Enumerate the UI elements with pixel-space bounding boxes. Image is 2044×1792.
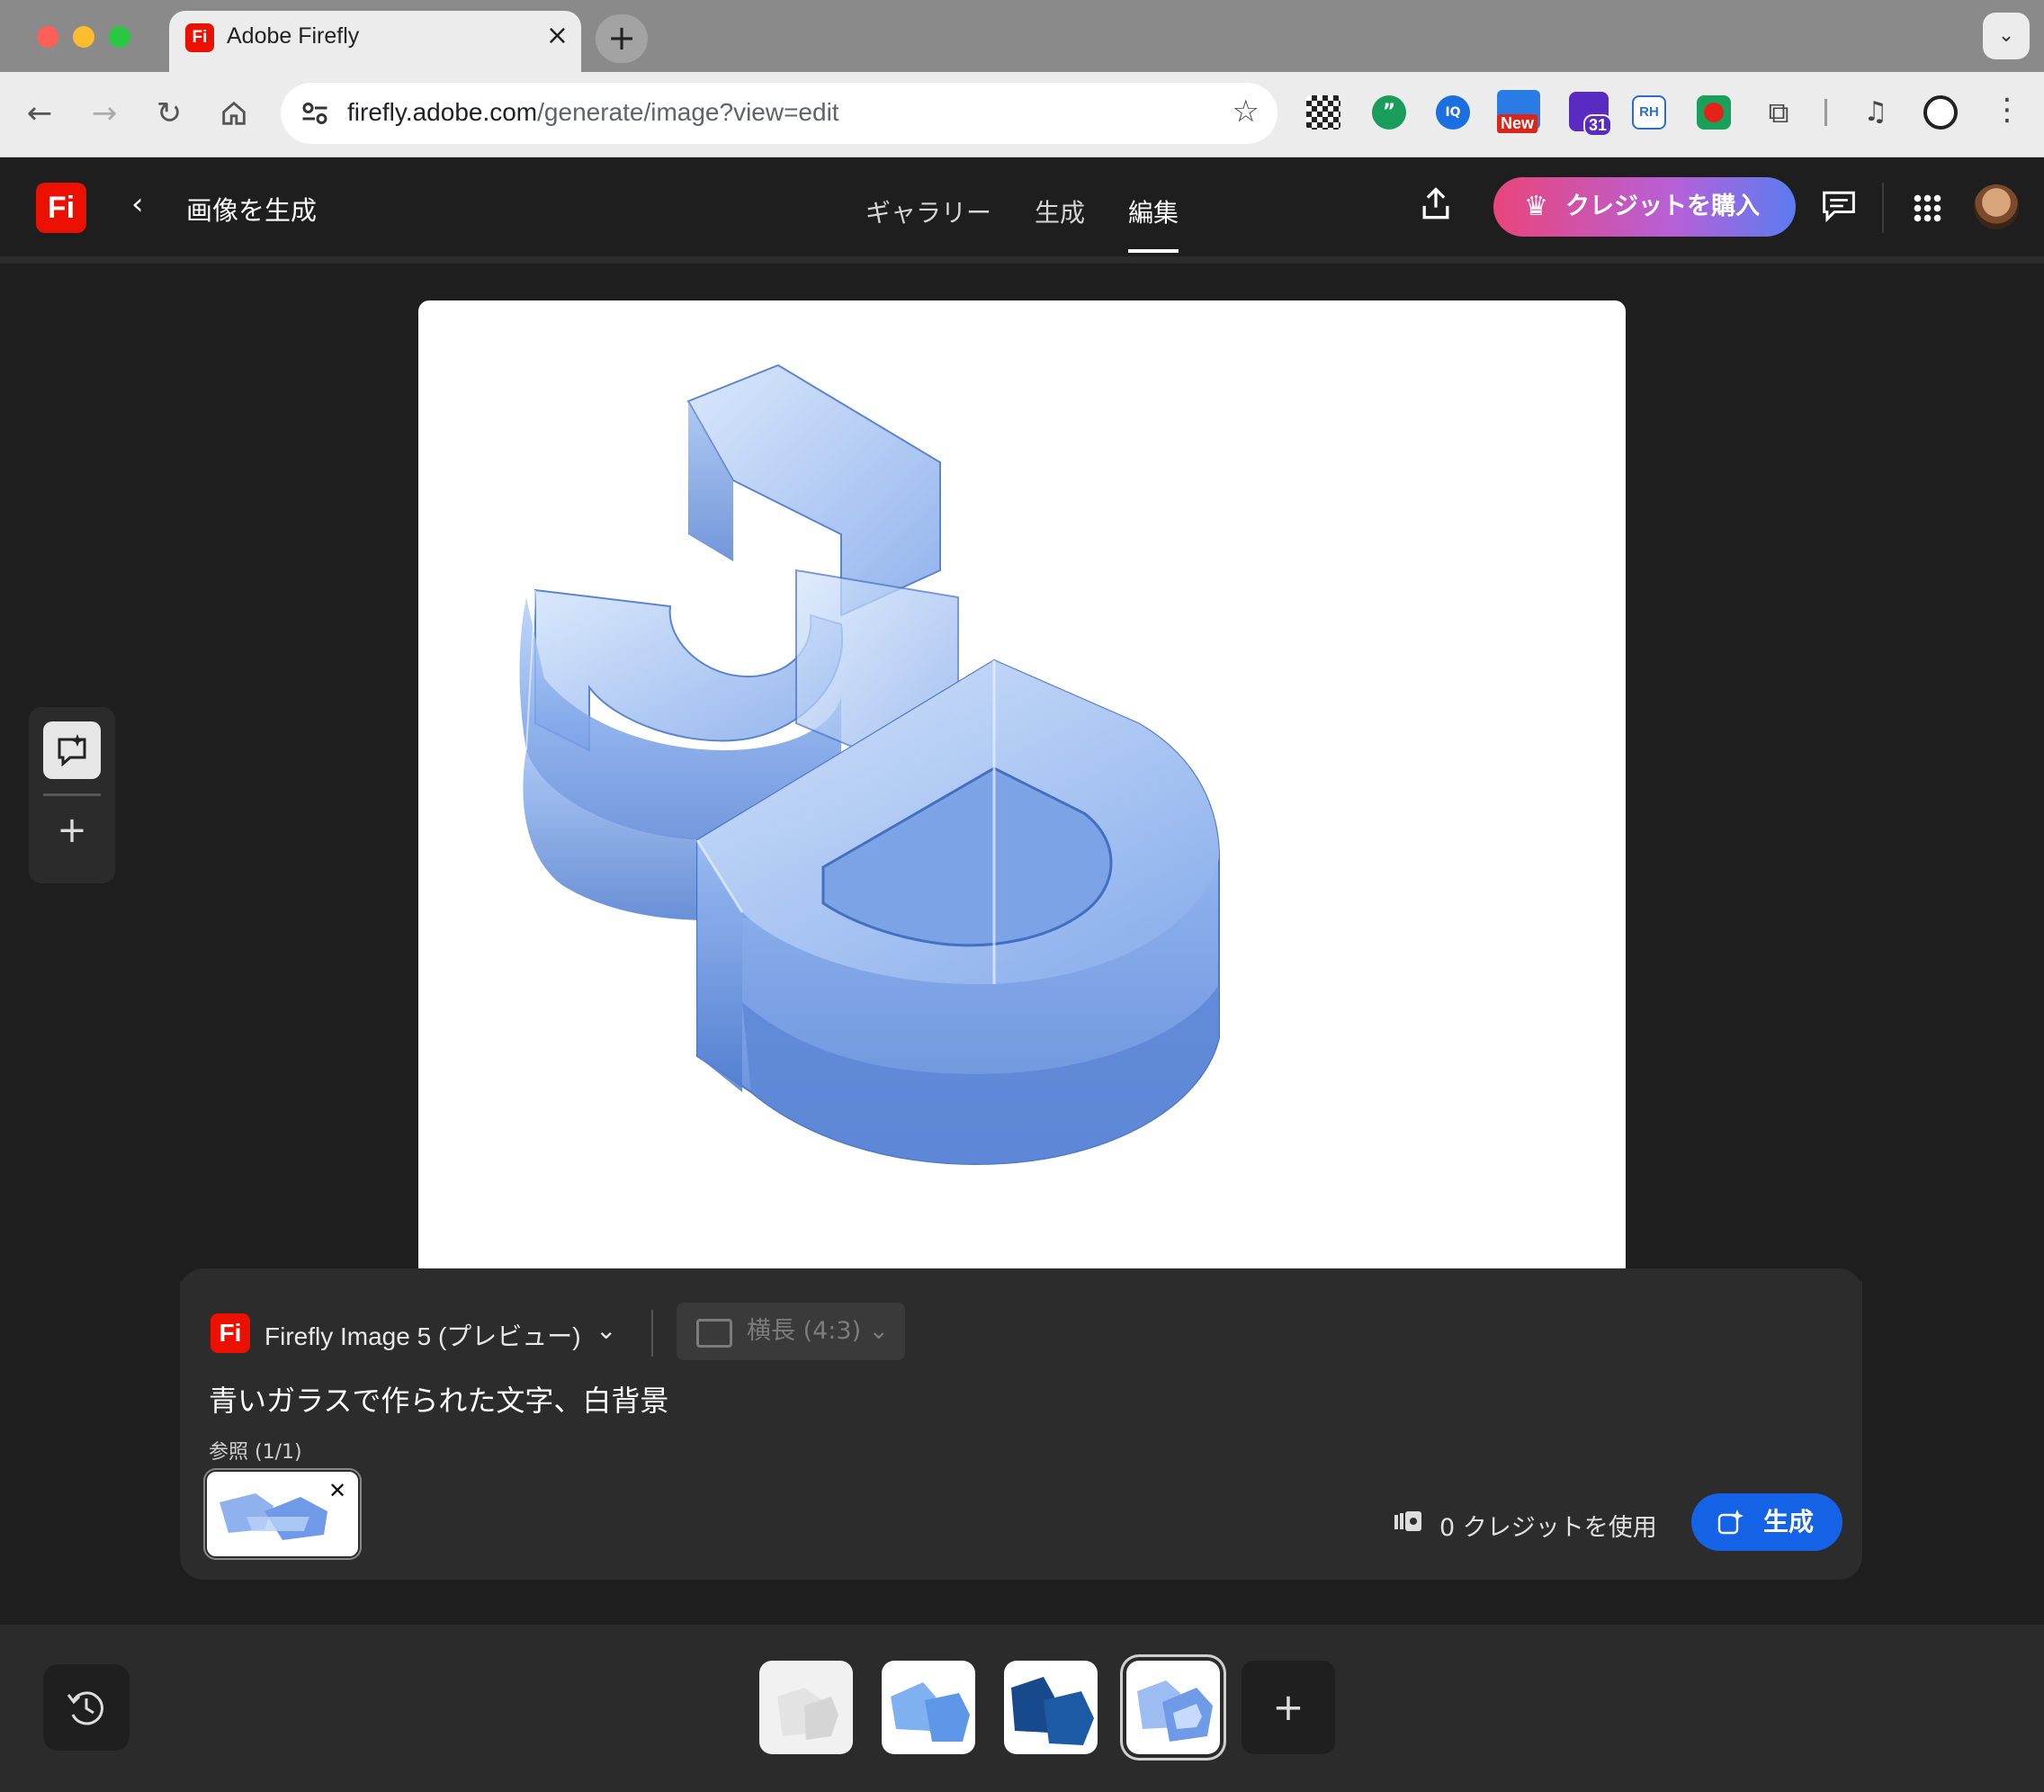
prompt-edit-tool[interactable] <box>43 721 101 779</box>
reference-label: 参照 (1/1) <box>209 1441 302 1464</box>
thumbnail-image <box>777 1688 838 1740</box>
tab-close-icon[interactable]: × <box>546 20 569 51</box>
history-icon <box>67 1691 103 1725</box>
browser-toolbar: ← → ↻ firefly.adobe.com/generate/image?v… <box>0 72 2044 157</box>
history-button[interactable] <box>43 1664 130 1751</box>
new-extension-icon[interactable]: New <box>1497 90 1540 133</box>
history-filmstrip: + <box>0 1625 2044 1792</box>
history-thumbnail-selected[interactable] <box>1126 1661 1220 1754</box>
count-badge: 31 <box>1582 114 1612 137</box>
apps-icon[interactable] <box>1913 193 1941 222</box>
window-minimize-button[interactable] <box>73 26 94 48</box>
window-close-button[interactable] <box>37 26 58 48</box>
header-divider <box>1882 183 1884 233</box>
rh-extension-icon[interactable]: RH <box>1632 95 1666 130</box>
share-icon[interactable] <box>1416 184 1456 224</box>
thumbnail-image <box>891 1682 970 1742</box>
history-thumbnail[interactable] <box>882 1661 975 1754</box>
history-thumbnail[interactable] <box>1004 1661 1098 1754</box>
firefly-logo[interactable]: Fi <box>36 183 86 233</box>
browser-menu-icon[interactable]: ⋮ <box>1992 92 2022 128</box>
chat-sparkle-icon <box>58 734 86 767</box>
generate-button[interactable]: 生成 <box>1691 1493 1842 1551</box>
new-tab-button[interactable]: + <box>596 14 648 63</box>
tab-title: Adobe Firefly <box>227 23 360 49</box>
tab-search-button[interactable]: ⌄ <box>1983 13 2030 59</box>
reload-icon[interactable]: ↻ <box>151 92 187 135</box>
aspect-ratio-label: 横長 (4:3) <box>747 1317 862 1345</box>
panel-divider <box>651 1310 653 1357</box>
generate-sparkle-icon <box>1717 1510 1744 1535</box>
buy-credits-button[interactable]: ♛ クレジットを購入 <box>1493 177 1796 237</box>
left-toolbar: + <box>29 707 115 883</box>
generate-label: 生成 <box>1763 1507 1815 1537</box>
video-extension-icon[interactable] <box>1697 95 1731 130</box>
prompt-panel-top <box>180 1268 1862 1304</box>
quote-extension-icon[interactable]: ” <box>1372 95 1406 130</box>
aspect-frame-icon <box>696 1319 732 1348</box>
remove-reference-icon[interactable]: ✕ <box>326 1479 349 1502</box>
media-control-icon[interactable]: ♫ <box>1859 95 1893 130</box>
toolbar-divider <box>43 793 101 796</box>
tab-gallery[interactable]: ギャラリー <box>865 193 991 229</box>
chevron-down-icon: ⌄ <box>868 1317 889 1345</box>
thumbnail-image <box>1137 1680 1213 1742</box>
add-icon[interactable]: + <box>1242 1661 1335 1754</box>
url-text: firefly.adobe.com/generate/image?view=ed… <box>347 98 839 126</box>
profile-ring-icon[interactable] <box>1923 95 1958 130</box>
back-icon[interactable]: ← <box>22 92 58 135</box>
chevron-left-icon[interactable]: ‹ <box>131 186 144 222</box>
add-icon[interactable]: + <box>29 810 115 851</box>
chevron-down-icon[interactable]: ⌄ <box>596 1315 616 1345</box>
glass-3d-letters-image <box>519 363 1220 1166</box>
forward-icon[interactable]: → <box>86 92 122 135</box>
buy-credits-label: クレジットを購入 <box>1565 193 1760 220</box>
credits-icon <box>1394 1511 1421 1531</box>
address-bar[interactable]: firefly.adobe.com/generate/image?view=ed… <box>281 83 1278 144</box>
iq-extension-icon[interactable]: IQ <box>1436 95 1470 130</box>
browser-tabstrip: Fi Adobe Firefly × + ⌄ <box>0 0 2044 72</box>
site-settings-icon[interactable] <box>299 97 331 130</box>
extensions-puzzle-icon[interactable]: ⧉ <box>1762 95 1796 130</box>
app-header: Fi ‹ 画像を生成 ギャラリー 生成 編集 ♛ クレジットを購入 <box>0 157 2044 264</box>
calendar-extension-icon[interactable]: 31 <box>1569 92 1612 137</box>
qr-extension-icon[interactable] <box>1306 95 1340 130</box>
prompt-panel: Fi Firefly Image 5 (プレビュー) ⌄ 横長 (4:3) ⌄ … <box>180 1268 1862 1580</box>
chat-icon[interactable] <box>1821 190 1857 222</box>
home-icon[interactable] <box>216 92 252 135</box>
thumbnail-image <box>1011 1677 1094 1745</box>
credit-usage: 0 クレジットを使用 <box>1439 1514 1657 1542</box>
page-title[interactable]: 画像を生成 <box>186 190 317 228</box>
window-zoom-button[interactable] <box>109 26 130 48</box>
toolbar-divider <box>1824 99 1827 126</box>
active-tab-indicator <box>1128 249 1179 253</box>
browser-tab[interactable]: Fi Adobe Firefly × <box>169 11 581 72</box>
firefly-favicon-icon: Fi <box>185 23 214 52</box>
model-selector[interactable]: Firefly Image 5 (プレビュー) <box>264 1317 581 1353</box>
new-badge: New <box>1497 114 1538 133</box>
tab-generate[interactable]: 生成 <box>1035 193 1085 229</box>
generated-image-canvas[interactable] <box>418 300 1626 1281</box>
reference-thumbnail[interactable]: ✕ <box>207 1472 358 1556</box>
prompt-input[interactable]: 青いガラスで作られた文字、白背景 <box>209 1378 668 1420</box>
avatar[interactable] <box>1974 184 2019 229</box>
history-thumbnail[interactable] <box>759 1661 853 1754</box>
star-icon[interactable]: ☆ <box>1233 94 1260 130</box>
tab-edit[interactable]: 編集 <box>1128 193 1179 229</box>
crown-icon: ♛ <box>1524 191 1548 222</box>
aspect-ratio-select[interactable]: 横長 (4:3) ⌄ <box>677 1303 905 1360</box>
model-logo: Fi <box>211 1313 250 1353</box>
